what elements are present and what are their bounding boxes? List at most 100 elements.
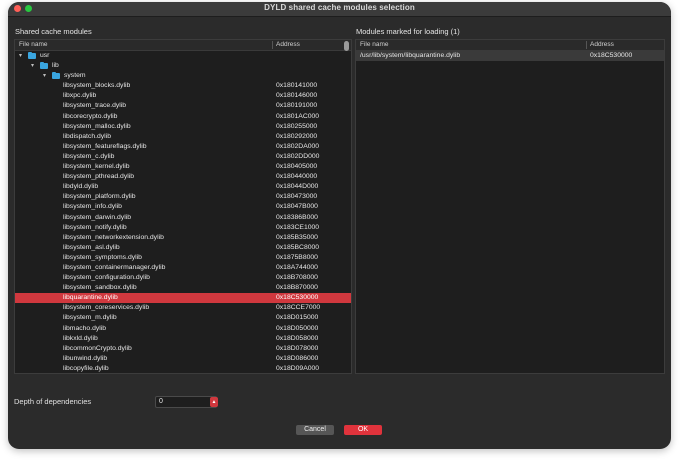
module-name: libcopyfile.dylib [63,364,109,372]
ok-button[interactable]: OK [344,425,382,435]
chevron-up-down-icon[interactable]: ▲ [212,399,217,405]
module-address: 0x18B708000 [276,274,318,282]
module-name: libsystem_configuration.dylib [63,274,150,282]
module-address: 0x18A744000 [276,263,318,271]
module-address: 0x1875B8000 [276,253,318,261]
module-name: libdispatch.dylib [63,132,111,140]
tree-folder-lib[interactable]: ▾ lib [15,61,351,71]
right-rows: /usr/lib/system/libquarantine.dylib 0x18C… [356,51,664,373]
module-row[interactable]: libsystem_featureflags.dylib 0x1802DA000 [15,142,351,152]
module-row[interactable]: libsystem_sandbox.dylib 0x18B870000 [15,283,351,293]
module-address: 0x18D09A000 [276,364,320,372]
column-address[interactable]: Address [276,40,300,50]
module-row[interactable]: libkxld.dylib 0x18D058000 [15,334,351,344]
module-name: libsystem_symptoms.dylib [63,253,142,261]
module-address: 0x18D086000 [276,354,319,362]
module-address: 0x1802DA000 [276,142,320,150]
module-row[interactable]: libsystem_platform.dylib 0x180473000 [15,192,351,202]
depth-value[interactable]: 0 [159,397,163,407]
module-row[interactable]: libsystem_symptoms.dylib 0x1875B8000 [15,253,351,263]
depth-stepper[interactable]: ▲ [210,397,218,407]
tree-folder-system[interactable]: ▾ system [15,71,351,81]
module-address: 0x18D015000 [276,314,319,322]
module-name: libxpc.dylib [63,92,97,100]
module-row[interactable]: libmacho.dylib 0x18D050000 [15,324,351,334]
folder-name: system [64,72,86,80]
module-name: libcorecrypto.dylib [63,112,118,120]
module-name: libsystem_malloc.dylib [63,122,131,130]
column-file-name[interactable]: File name [19,40,48,50]
module-row[interactable]: libsystem_kernel.dylib 0x180405000 [15,162,351,172]
module-name: libsystem_notify.dylib [63,223,127,231]
cancel-button[interactable]: Cancel [296,425,334,435]
module-address: 0x18D078000 [276,344,319,352]
module-row[interactable]: libsystem_networkextension.dylib 0x185B35… [15,233,351,243]
module-row[interactable]: libsystem_m.dylib 0x18D015000 [15,313,351,323]
folder-name: usr [40,52,50,59]
module-row[interactable]: libunwind.dylib 0x18D086000 [15,354,351,364]
depth-label: Depth of dependencies [14,397,92,406]
module-name: libsystem_networkextension.dylib [63,233,164,241]
module-address: 0x180255000 [276,122,318,130]
module-row[interactable]: libcopyfile.dylib 0x18D09A000 [15,364,351,373]
marked-modules-list[interactable]: File name Address /usr/lib/system/libqua… [355,39,665,374]
module-address: 0x18047B000 [276,203,318,211]
module-address: 0x18C530000 [276,294,319,302]
module-row[interactable]: libsystem_configuration.dylib 0x18B708000 [15,273,351,283]
module-address: 0x180440000 [276,173,318,181]
module-address: 0x18044D000 [276,183,319,191]
module-name: libsystem_blocks.dylib [63,82,131,90]
module-address: 0x180191000 [276,102,318,110]
module-address: 0x18386B000 [276,213,318,221]
tree-folder-usr[interactable]: ▾ usr [15,51,351,61]
module-row[interactable]: libquarantine.dylib 0x18C530000 [15,293,351,304]
module-row[interactable]: libcorecrypto.dylib 0x1801AC000 [15,112,351,122]
chevron-down-icon[interactable]: ▾ [19,51,22,61]
module-row[interactable]: libxpc.dylib 0x180146000 [15,91,351,101]
chevron-down-icon[interactable]: ▾ [31,61,34,71]
module-name: libsystem_m.dylib [63,314,117,322]
shared-cache-tree[interactable]: File name Address ▾ usr ▾ lib ▾ system libsyst… [14,39,352,374]
module-row[interactable]: libdyld.dylib 0x18044D000 [15,182,351,192]
module-row[interactable]: libsystem_notify.dylib 0x183CE1000 [15,223,351,233]
depth-spinbox[interactable]: 0 [155,396,217,408]
module-address: 0x18C530000 [590,52,633,59]
module-row[interactable]: libsystem_malloc.dylib 0x180255000 [15,122,351,132]
column-file-name[interactable]: File name [360,40,389,50]
column-divider[interactable] [586,41,587,49]
module-name: libsystem_sandbox.dylib [63,284,137,292]
module-address: 0x18D058000 [276,334,319,342]
module-name: libmacho.dylib [63,324,107,332]
dialog-window: DYLD shared cache modules selection Shar… [8,2,671,449]
column-address[interactable]: Address [590,40,614,50]
left-scrollbar-thumb[interactable] [344,41,349,51]
left-column-header: File name Address [15,40,351,51]
folder-icon [52,71,60,80]
module-name: libsystem_trace.dylib [63,102,127,110]
module-row[interactable]: libsystem_asl.dylib 0x185BC8000 [15,243,351,253]
marked-module-row[interactable]: /usr/lib/system/libquarantine.dylib 0x18C… [356,51,664,62]
left-scrollbar[interactable] [344,41,350,371]
module-row[interactable]: libsystem_containermanager.dylib 0x18A744… [15,263,351,273]
module-name: libsystem_asl.dylib [63,243,120,251]
module-row[interactable]: libsystem_trace.dylib 0x180191000 [15,101,351,111]
chevron-down-icon[interactable]: ▾ [43,71,46,81]
module-address: 0x185BC8000 [276,243,320,251]
module-row[interactable]: libsystem_c.dylib 0x1802DD000 [15,152,351,162]
module-name: libunwind.dylib [63,354,108,362]
window-title: DYLD shared cache modules selection [264,3,415,12]
module-row[interactable]: libsystem_pthread.dylib 0x180440000 [15,172,351,182]
module-row[interactable]: libsystem_blocks.dylib 0x180141000 [15,81,351,91]
module-row[interactable]: libsystem_darwin.dylib 0x18386B000 [15,213,351,223]
module-address: 0x18CCE7000 [276,304,321,312]
module-name: libkxld.dylib [63,334,98,342]
module-row[interactable]: libsystem_info.dylib 0x18047B000 [15,202,351,212]
module-row[interactable]: libcommonCrypto.dylib 0x18D078000 [15,344,351,354]
folder-icon [40,61,48,70]
module-row[interactable]: libdispatch.dylib 0x180292000 [15,132,351,142]
module-address: 0x183CE1000 [276,223,320,231]
module-row[interactable]: libsystem_coreservices.dylib 0x18CCE7000 [15,303,351,313]
module-address: 0x18B870000 [276,284,318,292]
column-divider[interactable] [272,41,273,49]
module-address: 0x185B35000 [276,233,318,241]
